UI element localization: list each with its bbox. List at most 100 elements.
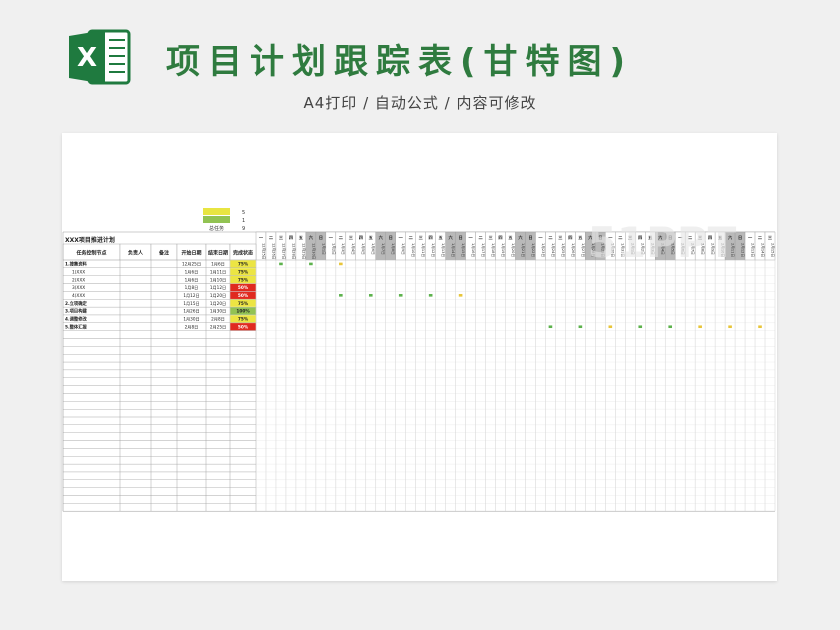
column-header: 备注: [158, 250, 169, 257]
gantt-mark: [398, 294, 403, 297]
start-date: 1月6日: [185, 277, 199, 283]
table-cell: [176, 463, 207, 473]
gantt-mark: [548, 325, 553, 329]
table-cell: [62, 401, 121, 410]
table-cell: [176, 330, 207, 339]
table-cell: [119, 259, 152, 268]
table-cell: [119, 291, 152, 300]
table-cell: [229, 385, 257, 394]
task-name: 4)XXX: [72, 293, 85, 299]
table-cell: [229, 354, 257, 363]
start-date: 1月30日: [183, 317, 199, 323]
date-label: 1月8日: [391, 243, 396, 255]
gantt-mark: [368, 294, 373, 297]
table-cell: [119, 275, 152, 284]
task-name: 3)XXX: [72, 285, 85, 291]
table-cell: [229, 338, 257, 347]
table-cell: [205, 361, 231, 371]
gantt-mark: [698, 325, 702, 329]
date-label: 1月7日: [381, 243, 386, 255]
table-cell: [119, 503, 152, 512]
weekday-label: 日: [459, 234, 463, 241]
table-cell: [176, 369, 207, 378]
table-cell: [205, 487, 231, 496]
table-cell: [229, 440, 257, 449]
table-cell: [229, 346, 257, 355]
table-cell: [119, 432, 152, 441]
end-date: 1月30日: [210, 309, 226, 315]
table-cell: [119, 322, 152, 331]
date-label: 1月22日: [531, 243, 536, 257]
table-cell: [150, 401, 178, 410]
table-cell: [150, 330, 178, 339]
table-cell: [119, 487, 152, 496]
date-label: 1月1日: [321, 243, 326, 255]
gantt-mark: [608, 325, 613, 329]
sheet-title: XXX项目推进计划: [65, 236, 115, 244]
table-cell: [176, 471, 207, 480]
table-cell: [150, 440, 178, 449]
weekday-label: 日: [738, 234, 742, 241]
date-label: 1月11日: [421, 243, 426, 257]
table-cell: [150, 338, 178, 347]
table-cell: [176, 416, 207, 425]
date-label: 12月25日: [261, 243, 266, 259]
date-label: 1月17日: [481, 243, 486, 257]
date-label: 1月20日: [511, 243, 516, 257]
status-value: 75%: [238, 277, 249, 283]
table-cell: [150, 448, 178, 457]
table-cell: [119, 393, 152, 402]
date-label: 1月15日: [461, 243, 466, 257]
table-cell: [62, 495, 121, 504]
table-cell: [119, 354, 152, 363]
table-cell: [176, 393, 207, 402]
table-cell: [229, 424, 257, 433]
status-value: 75%: [238, 269, 249, 275]
table-cell: [62, 330, 121, 339]
table-cell: [150, 503, 178, 512]
table-cell: [150, 361, 178, 371]
gantt-mark: [758, 325, 762, 329]
table-cell: [229, 377, 257, 386]
table-cell: [205, 377, 231, 386]
table-cell: [150, 393, 178, 402]
table-cell: [205, 338, 231, 347]
table-cell: [150, 385, 178, 394]
table-cell: [119, 283, 152, 292]
table-cell: [205, 424, 231, 433]
date-label: 2月12日: [740, 243, 745, 257]
table-cell: [119, 369, 152, 378]
table-cell: [205, 471, 231, 480]
excel-logo-letter: X: [77, 43, 97, 73]
table-cell: [176, 361, 207, 371]
table-cell: [176, 495, 207, 504]
gantt-mark: [728, 325, 732, 329]
table-cell: [176, 479, 207, 488]
table-cell: [229, 401, 257, 410]
gantt-mark: [339, 262, 343, 266]
table-cell: [205, 393, 231, 402]
legend-value: 5: [242, 210, 245, 216]
table-cell: [62, 385, 121, 394]
end-date: 1月12日: [210, 285, 226, 291]
table-cell: [205, 385, 231, 394]
task-name: 5.整体汇报: [65, 323, 88, 330]
table-cell: [229, 456, 257, 465]
table-cell: [205, 463, 231, 473]
table-cell: [229, 503, 257, 512]
gantt-mark: [668, 325, 673, 329]
table-cell: [229, 408, 257, 418]
table-cell: [119, 440, 152, 449]
table-cell: [229, 393, 257, 402]
start-date: 1月26日: [183, 309, 199, 315]
table-cell: [176, 440, 207, 449]
task-name: 1)XXX: [72, 269, 85, 275]
table-cell: [150, 306, 178, 316]
table-cell: [150, 369, 178, 378]
table-cell: [62, 354, 121, 363]
status-value: 75%: [238, 301, 249, 307]
status-value: 50%: [238, 293, 249, 299]
table-cell: [62, 408, 121, 418]
gantt-mark: [279, 262, 283, 266]
table-cell: [229, 471, 257, 480]
